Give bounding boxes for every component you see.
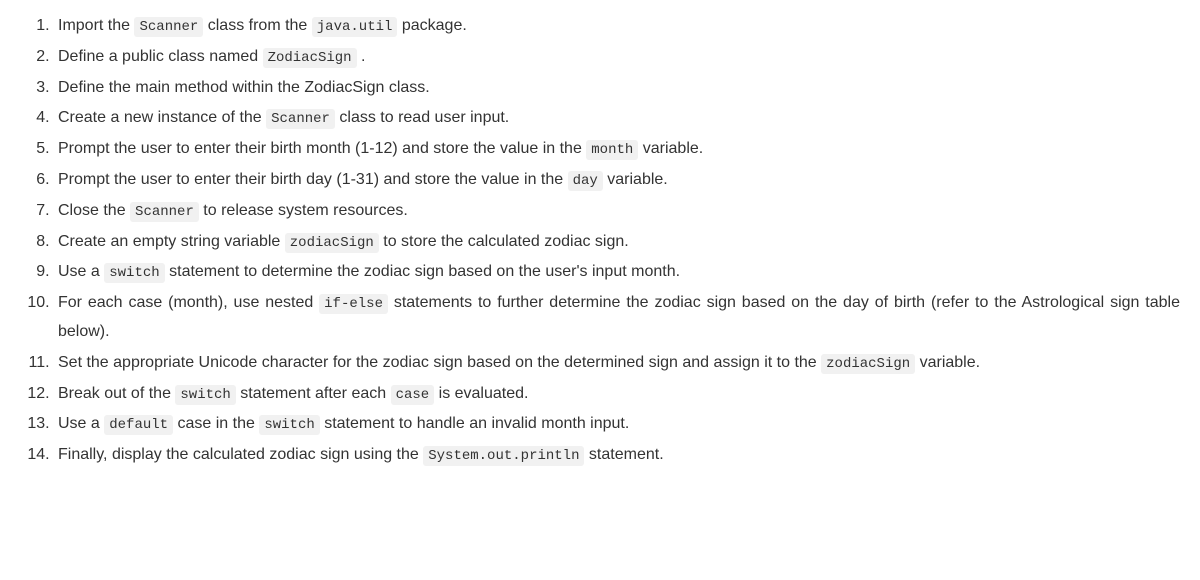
instruction-text: case in the — [173, 415, 259, 432]
instruction-text: For each case (month), use nested — [58, 294, 319, 311]
instruction-text: statement to handle an invalid month inp… — [320, 415, 630, 432]
instruction-text: to store the calculated zodiac sign. — [379, 233, 629, 250]
instruction-text: Import the — [58, 17, 134, 34]
code-token: switch — [175, 385, 235, 405]
instruction-step: Use a switch statement to determine the … — [54, 258, 1180, 287]
instruction-text: Prompt the user to enter their birth mon… — [58, 140, 586, 157]
instruction-text: Close the — [58, 202, 130, 219]
instruction-text: Break out of the — [58, 385, 175, 402]
instruction-text: statement to determine the zodiac sign b… — [165, 263, 680, 280]
instruction-text: package. — [397, 17, 466, 34]
code-token: Scanner — [266, 109, 335, 129]
code-token: day — [568, 171, 603, 191]
instruction-text: . — [357, 48, 366, 65]
instruction-text: statement. — [584, 446, 663, 463]
instruction-text: is evaluated. — [434, 385, 528, 402]
instruction-text: Use a — [58, 415, 104, 432]
instruction-text: statement after each — [236, 385, 391, 402]
instruction-step: Prompt the user to enter their birth mon… — [54, 135, 1180, 164]
instruction-text: Create a new instance of the — [58, 109, 266, 126]
instruction-step: Close the Scanner to release system reso… — [54, 197, 1180, 226]
instruction-text: Define the main method within the Zodiac… — [58, 79, 430, 96]
code-token: case — [391, 385, 435, 405]
instruction-text: Set the appropriate Unicode character fo… — [58, 354, 821, 371]
code-token: Scanner — [134, 17, 203, 37]
code-token: switch — [259, 415, 319, 435]
instruction-step: Define a public class named ZodiacSign . — [54, 43, 1180, 72]
code-token: ZodiacSign — [263, 48, 357, 68]
instruction-text: variable. — [915, 354, 980, 371]
instruction-step: Use a default case in the switch stateme… — [54, 410, 1180, 439]
instruction-text: Prompt the user to enter their birth day… — [58, 171, 568, 188]
instruction-list: Import the Scanner class from the java.u… — [20, 12, 1180, 470]
instruction-text: Finally, display the calculated zodiac s… — [58, 446, 423, 463]
instruction-text: Use a — [58, 263, 104, 280]
code-token: default — [104, 415, 173, 435]
instruction-text: variable. — [603, 171, 668, 188]
instruction-step: For each case (month), use nested if-els… — [54, 289, 1180, 347]
instruction-step: Define the main method within the Zodiac… — [54, 74, 1180, 103]
instruction-step: Create a new instance of the Scanner cla… — [54, 104, 1180, 133]
code-token: if-else — [319, 294, 388, 314]
code-token: java.util — [312, 17, 398, 37]
instruction-step: Create an empty string variable zodiacSi… — [54, 228, 1180, 257]
code-token: zodiacSign — [821, 354, 915, 374]
instruction-text: Create an empty string variable — [58, 233, 285, 250]
instruction-step: Import the Scanner class from the java.u… — [54, 12, 1180, 41]
instruction-step: Set the appropriate Unicode character fo… — [54, 349, 1180, 378]
code-token: Scanner — [130, 202, 199, 222]
instruction-step: Finally, display the calculated zodiac s… — [54, 441, 1180, 470]
instruction-text: class from the — [203, 17, 311, 34]
code-token: System.out.println — [423, 446, 584, 466]
instruction-text: Define a public class named — [58, 48, 263, 65]
code-token: switch — [104, 263, 164, 283]
instruction-text: class to read user input. — [335, 109, 509, 126]
code-token: month — [586, 140, 638, 160]
instruction-step: Prompt the user to enter their birth day… — [54, 166, 1180, 195]
instruction-step: Break out of the switch statement after … — [54, 380, 1180, 409]
code-token: zodiacSign — [285, 233, 379, 253]
instruction-text: variable. — [638, 140, 703, 157]
instruction-text: to release system resources. — [199, 202, 408, 219]
